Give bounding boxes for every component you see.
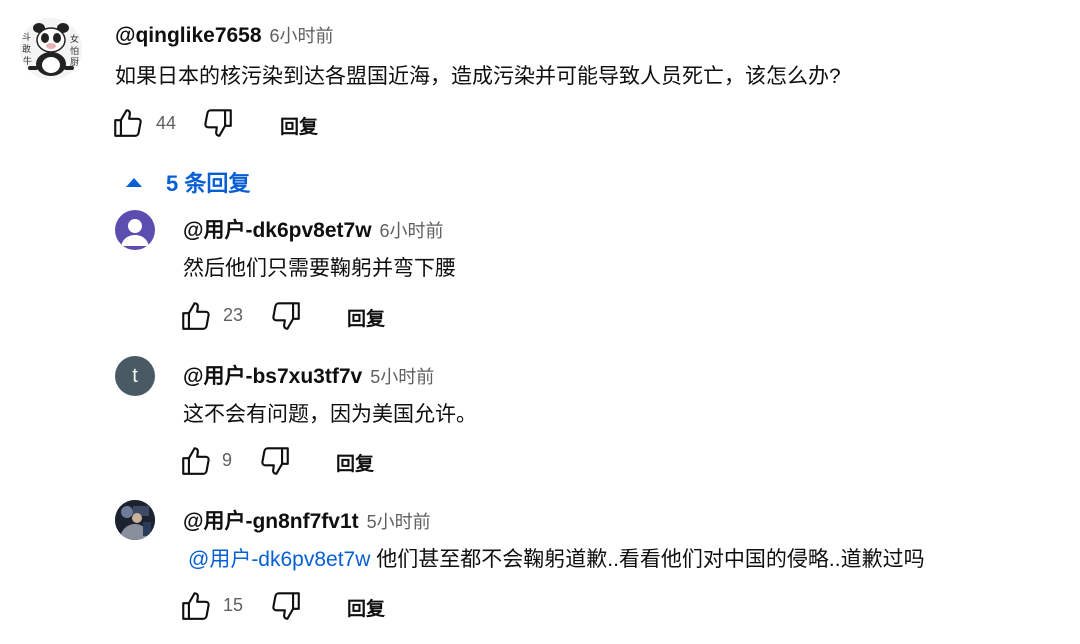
person-placeholder-icon	[121, 219, 149, 246]
like-button[interactable]	[179, 589, 213, 623]
replies-count-label: 5 条回复	[166, 171, 251, 196]
thumbs-up-icon	[114, 109, 142, 137]
avatar-letter: t	[132, 364, 138, 387]
comment-text: 如果日本的核污染到达各盟国近海，造成污染并可能导致人员死亡，该怎么办?	[115, 65, 841, 88]
reply-timestamp[interactable]: 5小时前	[370, 367, 434, 387]
reply-button[interactable]: 回复	[347, 594, 385, 621]
avatar[interactable]: t	[115, 356, 155, 396]
thumbs-down-icon	[272, 592, 300, 620]
author-handle[interactable]: @qinglike7658	[115, 24, 262, 47]
thumbs-down-icon	[261, 447, 289, 475]
reply-author: @用户-gn8nf7fv1t 5小时前	[183, 505, 431, 535]
comment-timestamp[interactable]: 6小时前	[270, 26, 334, 46]
reply-button[interactable]: 回复	[280, 112, 318, 139]
author-handle[interactable]: @用户-gn8nf7fv1t	[183, 510, 359, 533]
thumbs-up-icon	[182, 447, 210, 475]
reply-button[interactable]: 回复	[347, 304, 385, 331]
dislike-button[interactable]	[269, 589, 303, 623]
avatar-char: 牛	[23, 56, 33, 66]
dislike-button[interactable]	[201, 106, 235, 140]
like-button[interactable]	[111, 106, 145, 140]
like-count: 44	[156, 113, 177, 133]
reply-body: 他们甚至都不会鞠躬道歉..看看他们对中国的侵略..道歉过吗	[376, 548, 925, 571]
avatar[interactable]	[115, 500, 155, 540]
author-handle[interactable]: @用户-dk6pv8et7w	[183, 219, 372, 242]
reply-timestamp[interactable]: 6小时前	[380, 221, 444, 241]
photo-avatar-icon	[115, 500, 155, 540]
thumbs-up-icon	[182, 302, 210, 330]
avatar-char: 斗	[22, 32, 32, 42]
caret-up-icon	[126, 178, 142, 187]
reply-text: @用户-dk6pv8et7w 他们甚至都不会鞠躬道歉..看看他们对中国的侵略..…	[188, 543, 925, 573]
dislike-button[interactable]	[258, 444, 292, 478]
reply-author: @用户-dk6pv8et7w 6小时前	[183, 214, 444, 244]
like-count: 9	[222, 450, 233, 470]
avatar-char: 女	[70, 34, 80, 44]
avatar[interactable]	[115, 210, 155, 250]
author-handle[interactable]: @用户-bs7xu3tf7v	[183, 365, 362, 388]
reply-timestamp[interactable]: 5小时前	[367, 512, 431, 532]
like-count: 15	[223, 595, 244, 615]
like-button[interactable]	[179, 444, 213, 478]
thumbs-up-icon	[182, 592, 210, 620]
reply-author: @用户-bs7xu3tf7v 5小时前	[183, 360, 434, 390]
like-count: 23	[223, 305, 244, 325]
thumbs-down-icon	[272, 302, 300, 330]
replies-toggle-button[interactable]: 5 条回复	[124, 166, 250, 198]
reply-text: 然后他们只需要鞠躬并弯下腰	[183, 257, 456, 280]
reply-text: 这不会有问题，因为美国允许。	[183, 403, 477, 426]
avatar[interactable]: 敢 牛 怕 厨 女 斗	[20, 18, 82, 80]
like-button[interactable]	[179, 299, 213, 333]
thumbs-down-icon	[204, 109, 232, 137]
mention-link[interactable]: @用户-dk6pv8et7w	[188, 548, 370, 571]
comment-author: @qinglike7658 6小时前	[115, 22, 334, 48]
dislike-button[interactable]	[269, 299, 303, 333]
reply-button[interactable]: 回复	[336, 449, 374, 476]
avatar-char: 厨	[70, 57, 80, 67]
